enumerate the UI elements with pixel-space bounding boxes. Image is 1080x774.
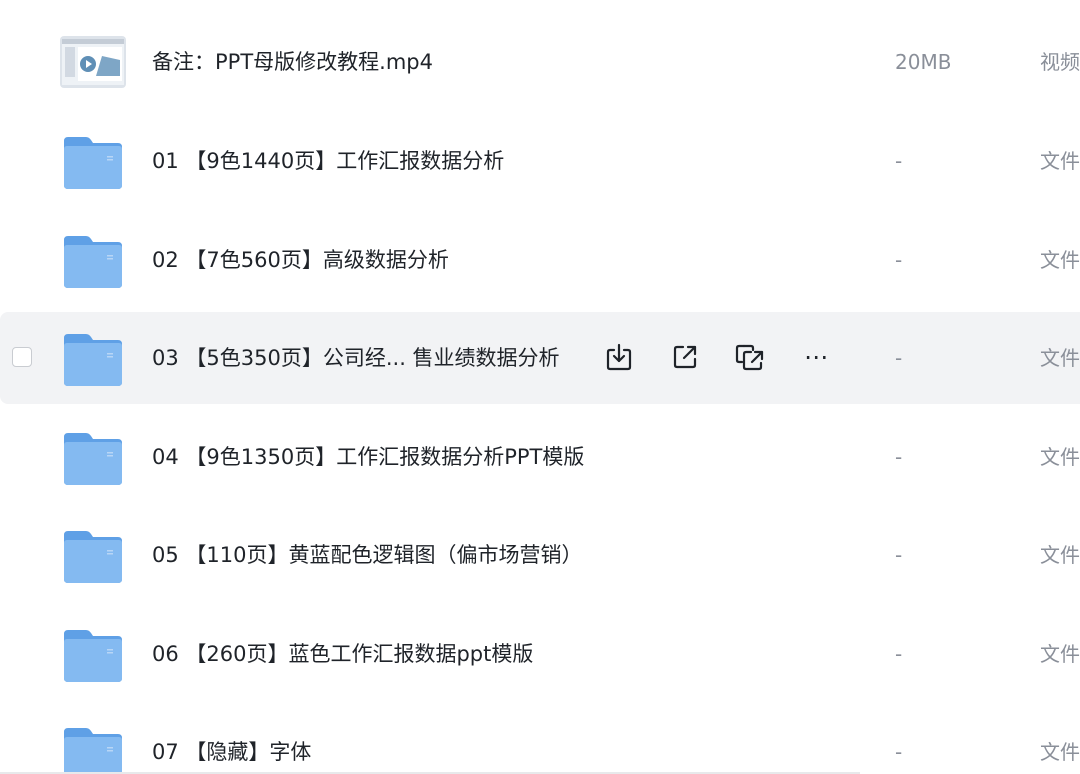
folder-icon xyxy=(62,431,124,487)
file-type: 视频 xyxy=(1040,50,1080,74)
list-item-hovered[interactable]: 03 【5色350页】公司经... 售业绩数据分析 ⋯ - 文件 xyxy=(0,312,1080,404)
file-type: 文件 xyxy=(1040,543,1080,567)
file-size: - xyxy=(895,346,903,370)
folder-icon xyxy=(62,135,124,191)
folder-icon xyxy=(62,332,124,388)
file-size: - xyxy=(895,543,903,567)
download-icon xyxy=(606,343,632,371)
file-type: 文件 xyxy=(1040,346,1080,370)
list-item[interactable]: 02 【7色560页】高级数据分析 - 文件 xyxy=(0,214,1080,306)
file-name[interactable]: 备注：PPT母版修改教程.mp4 xyxy=(152,16,433,108)
list-item[interactable]: 备注：PPT母版修改教程.mp4 20MB 视频 xyxy=(0,16,1080,108)
file-type: 文件 xyxy=(1040,740,1080,764)
share-button[interactable] xyxy=(666,338,704,376)
folder-icon xyxy=(62,726,124,774)
folder-name[interactable]: 05 【110页】黄蓝配色逻辑图（偏市场营销） xyxy=(152,509,582,601)
more-button[interactable]: ⋯ xyxy=(797,338,835,376)
video-thumbnail xyxy=(60,36,126,88)
folder-name[interactable]: 01 【9色1440页】工作汇报数据分析 xyxy=(152,115,504,207)
folder-name[interactable]: 02 【7色560页】高级数据分析 xyxy=(152,214,449,306)
copy-link-button[interactable] xyxy=(731,338,769,376)
file-size: - xyxy=(895,642,903,666)
file-type: 文件 xyxy=(1040,445,1080,469)
list-item[interactable]: 06 【260页】蓝色工作汇报数据ppt模版 - 文件 xyxy=(0,608,1080,700)
file-size: - xyxy=(895,740,903,764)
folder-icon xyxy=(62,529,124,585)
file-type: 文件 xyxy=(1040,642,1080,666)
file-size: 20MB xyxy=(895,50,952,74)
file-type: 文件 xyxy=(1040,149,1080,173)
file-size: - xyxy=(895,248,903,272)
folder-name[interactable]: 04 【9色1350页】工作汇报数据分析PPT模版 xyxy=(152,411,584,503)
share-icon xyxy=(673,345,697,369)
copy-link-icon xyxy=(735,344,764,371)
file-size: - xyxy=(895,149,903,173)
file-type: 文件 xyxy=(1040,248,1080,272)
download-button[interactable] xyxy=(600,338,638,376)
folder-name[interactable]: 03 【5色350页】公司经... 售业绩数据分析 xyxy=(152,312,560,404)
list-item[interactable]: 07 【隐藏】字体 - 文件 xyxy=(0,706,1080,774)
more-icon: ⋯ xyxy=(804,343,828,371)
folder-icon xyxy=(62,628,124,684)
file-size: - xyxy=(895,445,903,469)
list-item[interactable]: 01 【9色1440页】工作汇报数据分析 - 文件 xyxy=(0,115,1080,207)
list-item[interactable]: 04 【9色1350页】工作汇报数据分析PPT模版 - 文件 xyxy=(0,411,1080,503)
list-item[interactable]: 05 【110页】黄蓝配色逻辑图（偏市场营销） - 文件 xyxy=(0,509,1080,601)
folder-name[interactable]: 06 【260页】蓝色工作汇报数据ppt模版 xyxy=(152,608,533,700)
folder-name[interactable]: 07 【隐藏】字体 xyxy=(152,706,311,774)
file-list: 备注：PPT母版修改教程.mp4 20MB 视频 01 【9色1440页】工作汇… xyxy=(0,0,1080,774)
folder-icon xyxy=(62,234,124,290)
row-checkbox[interactable] xyxy=(12,347,32,367)
